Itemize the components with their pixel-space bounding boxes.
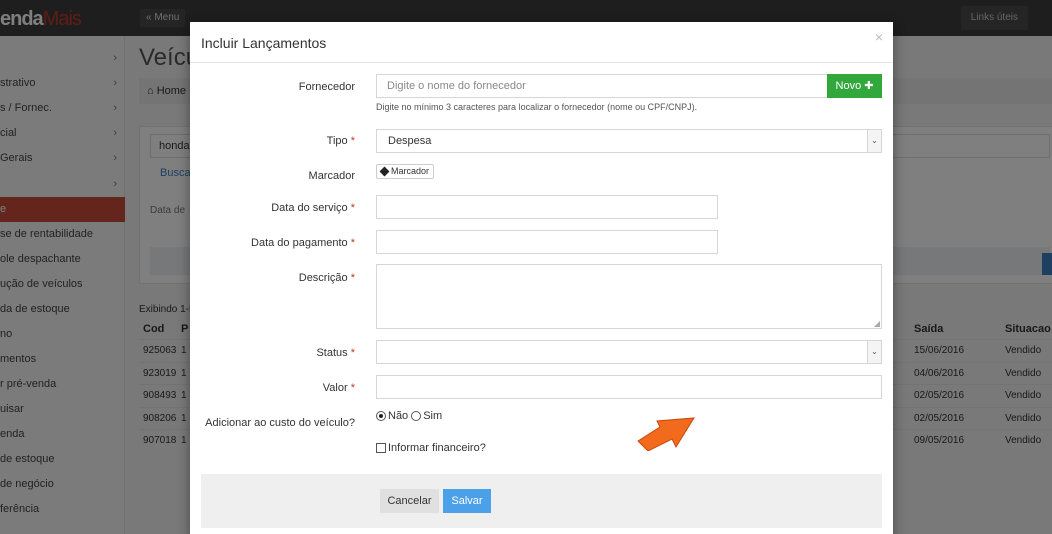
incluir-lancamentos-modal: Incluir Lançamentos × Fornecedor Novo ✚ … (190, 22, 893, 534)
tipo-select[interactable]: Despesa ⌄ (376, 129, 882, 153)
fornecedor-label: Fornecedor (298, 81, 355, 93)
data-servico-input[interactable] (376, 195, 718, 219)
data-pagamento-input[interactable] (376, 230, 718, 254)
descricao-label: Descrição * (298, 272, 355, 284)
modal-header: Incluir Lançamentos × (190, 22, 893, 63)
marcador-label: Marcador (308, 170, 355, 182)
valor-input[interactable] (376, 375, 882, 399)
informar-financeiro-label[interactable]: Informar financeiro? (388, 442, 486, 454)
save-button[interactable]: Salvar (443, 489, 491, 513)
valor-label: Valor * (322, 382, 355, 394)
status-label: Status * (316, 347, 355, 359)
data-pagamento-label: Data do pagamento * (251, 237, 355, 249)
descricao-textarea[interactable]: ◢ (376, 264, 882, 329)
fornecedor-help-text: Digite no mínimo 3 caracteres para local… (376, 102, 698, 112)
novo-fornecedor-button[interactable]: Novo ✚ (827, 74, 882, 98)
close-icon[interactable]: × (875, 29, 883, 45)
tag-icon (379, 166, 390, 177)
chevron-down-icon: ⌄ (867, 341, 881, 363)
status-select[interactable]: ⌄ (376, 340, 882, 364)
annotation-arrow-icon (637, 417, 695, 451)
modal-title: Incluir Lançamentos (201, 35, 327, 51)
modal-footer: Cancelar Salvar (201, 474, 882, 528)
data-servico-label: Data do serviço * (271, 202, 355, 214)
radio-nao[interactable] (376, 411, 386, 421)
radio-sim[interactable] (411, 411, 422, 421)
radio-nao-label[interactable]: Não (388, 410, 408, 422)
informar-financeiro-row: Informar financeiro? (376, 442, 486, 454)
marcador-tag-button[interactable]: Marcador (376, 164, 435, 179)
resize-handle-icon[interactable]: ◢ (874, 319, 880, 328)
chevron-down-icon: ⌄ (867, 130, 881, 152)
custo-veiculo-label: Adicionar ao custo do veículo? (205, 417, 355, 429)
tipo-label: Tipo * (326, 135, 355, 147)
cancel-button[interactable]: Cancelar (380, 489, 439, 513)
fornecedor-input[interactable] (376, 74, 828, 98)
informar-financeiro-checkbox[interactable] (376, 443, 386, 453)
custo-veiculo-radio-group: Não Sim (376, 410, 442, 422)
radio-sim-label[interactable]: Sim (423, 410, 442, 422)
